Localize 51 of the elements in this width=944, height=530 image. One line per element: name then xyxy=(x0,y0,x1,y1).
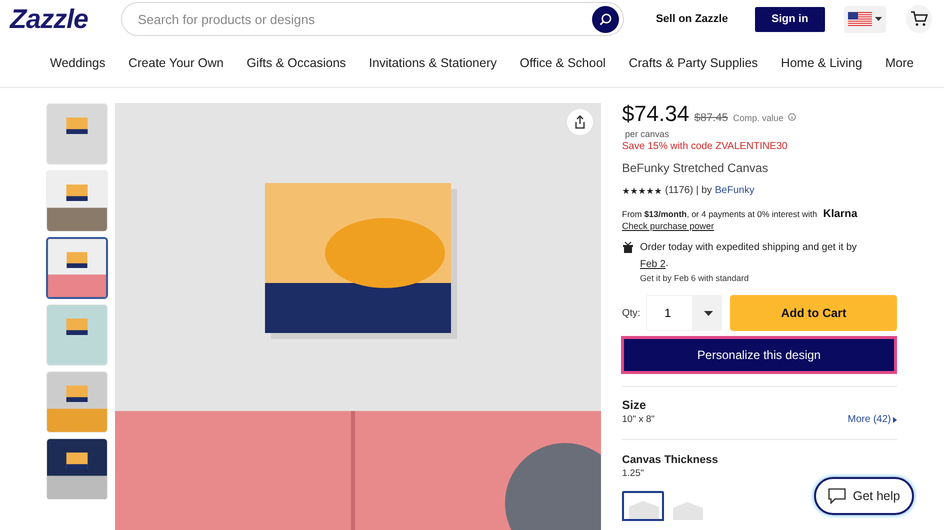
search-field[interactable]: Search for products or designs xyxy=(120,2,624,36)
gift-icon xyxy=(622,241,634,253)
caret-icon xyxy=(875,17,882,21)
product-title: BeFunky Stretched Canvas xyxy=(622,161,770,175)
sell-link[interactable]: Sell on Zazzle xyxy=(656,13,736,25)
nav-link[interactable]: More xyxy=(885,56,914,70)
qty-label: Qty: xyxy=(622,308,640,318)
star-rating: ★★★★★ xyxy=(622,185,662,198)
sign-in-button[interactable]: Sign in xyxy=(754,6,826,32)
sentence-period: . xyxy=(666,257,668,271)
shipping-text: Order today with expedited shipping and get it by xyxy=(640,241,857,255)
size-value: 10" x 8" xyxy=(622,414,655,425)
price-unit: per canvas xyxy=(625,129,670,139)
nav-link[interactable]: Gifts & Occasions xyxy=(246,56,346,70)
caret-icon xyxy=(704,310,714,316)
comp-value-label: Comp. value xyxy=(732,113,784,123)
zazzle-logo[interactable]: Zazzle xyxy=(10,4,111,34)
seller-link[interactable]: BeFunky xyxy=(714,184,754,196)
caret-icon xyxy=(893,416,897,422)
delivery-date-link[interactable]: Feb 2 xyxy=(640,258,666,270)
promo-text: Save 15% with code ZVALENTINE30 xyxy=(622,141,788,152)
thickness-label: Canvas Thickness xyxy=(622,454,719,466)
thickness-value: 1.25" xyxy=(622,468,645,479)
quantity-select[interactable]: 1 xyxy=(646,295,722,331)
nav-link[interactable]: Invitations & Stationery xyxy=(368,56,497,70)
get-help-button[interactable]: Get help xyxy=(814,477,914,515)
search-input[interactable]: Search for products or designs xyxy=(136,10,592,28)
review-count: (1176) | by xyxy=(665,184,712,196)
price: $74.34 xyxy=(622,101,690,127)
chat-icon xyxy=(828,488,846,504)
search-icon[interactable] xyxy=(592,6,619,32)
financing-text: From $13/month, or 4 payments at 0% interest with xyxy=(622,209,818,219)
country-selector[interactable] xyxy=(844,6,886,32)
nav-link[interactable]: Weddings xyxy=(50,56,106,70)
standard-shipping-text: Get it by Feb 6 with standard xyxy=(640,273,750,283)
klarna-logo: Klarna xyxy=(823,208,858,220)
flag-icon xyxy=(848,12,872,26)
personalize-button[interactable]: Personalize this design xyxy=(621,336,897,374)
info-icon[interactable] xyxy=(788,113,796,121)
comparison-price: $87.45 xyxy=(694,112,728,124)
add-to-cart-button[interactable]: Add to Cart xyxy=(730,295,897,331)
nav-link[interactable]: Office & School xyxy=(520,56,606,70)
nav-link[interactable]: Create Your Own xyxy=(128,56,224,70)
nav-link[interactable]: Home & Living xyxy=(780,56,862,70)
nav-link[interactable]: Crafts & Party Supplies xyxy=(628,56,758,70)
thickness-option[interactable] xyxy=(622,491,664,521)
more-sizes-link[interactable]: More (42) xyxy=(848,414,891,425)
product-thumbnail[interactable] xyxy=(46,237,108,299)
cart-icon[interactable] xyxy=(906,5,932,33)
check-purchase-power-link[interactable]: Check purchase power xyxy=(622,221,897,231)
size-label: Size xyxy=(622,398,648,412)
